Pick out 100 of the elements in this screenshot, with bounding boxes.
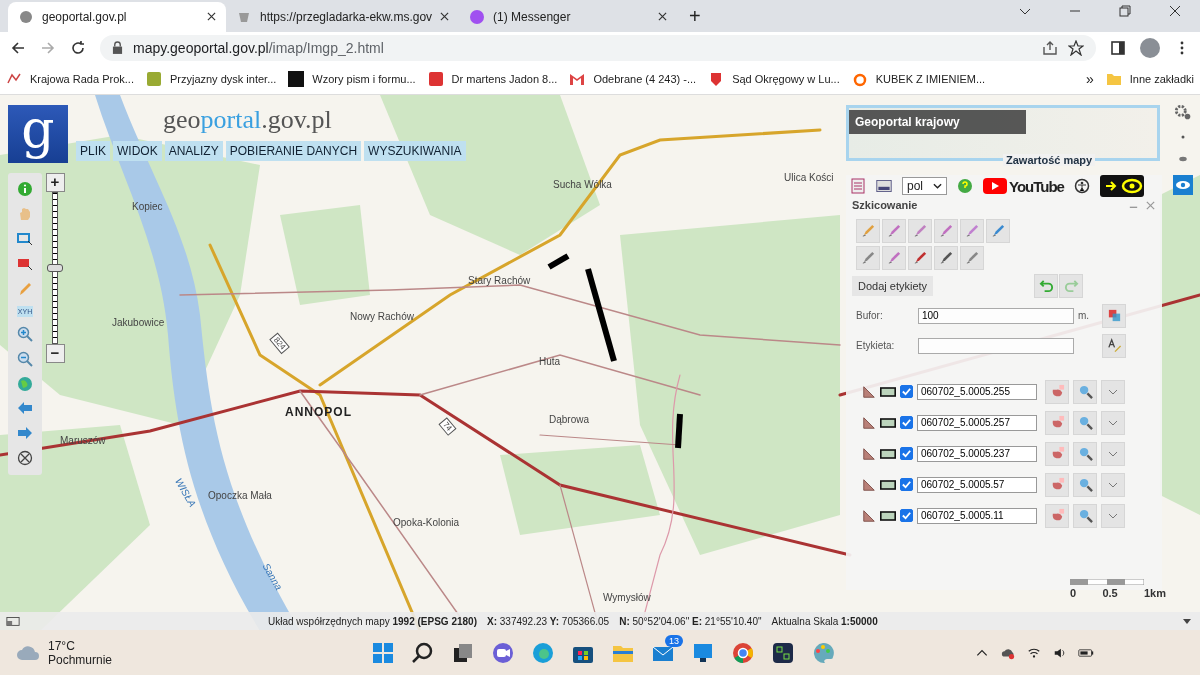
app-tile-icon[interactable] <box>771 640 795 665</box>
sketch-tool-button[interactable] <box>934 218 958 243</box>
fill-style-icon[interactable] <box>880 479 896 490</box>
eye-icon[interactable] <box>1173 174 1193 195</box>
fill-style-icon[interactable] <box>880 510 896 521</box>
paint-palette-icon[interactable] <box>811 640 835 665</box>
search-icon[interactable] <box>411 640 435 665</box>
feature-name-input[interactable]: 060702_5.0005.11 <box>917 507 1037 524</box>
undo-button[interactable] <box>1034 273 1058 298</box>
delete-feature-button[interactable] <box>1045 503 1069 528</box>
restore-icon[interactable] <box>1119 4 1131 17</box>
other-bookmarks-folder[interactable]: Inne zakładki <box>1105 70 1194 87</box>
avatar[interactable] <box>1140 37 1160 58</box>
sketch-tool-button[interactable] <box>908 245 932 270</box>
star-icon[interactable] <box>1068 39 1084 56</box>
delete-feature-button[interactable] <box>1045 441 1069 466</box>
visibility-checkbox[interactable] <box>900 385 913 399</box>
delete-feature-button[interactable] <box>1045 410 1069 435</box>
visibility-checkbox[interactable] <box>900 509 913 523</box>
fill-style-icon[interactable] <box>880 448 896 459</box>
window-icon[interactable] <box>6 615 20 628</box>
polygon-style-icon[interactable] <box>862 384 876 399</box>
delete-feature-button[interactable] <box>1045 379 1069 404</box>
sketch-tool-button[interactable] <box>856 245 880 270</box>
visibility-checkbox[interactable] <box>900 478 913 492</box>
share-icon[interactable] <box>1042 39 1058 56</box>
buffer-input[interactable]: 100 <box>918 307 1074 324</box>
forward-icon[interactable] <box>40 39 56 56</box>
bookmark[interactable]: Wzory pism i formu... <box>288 70 416 87</box>
fill-style-icon[interactable] <box>880 386 896 397</box>
close-icon[interactable] <box>1169 4 1181 17</box>
visibility-checkbox[interactable] <box>900 447 913 461</box>
polygon-style-icon[interactable] <box>862 446 876 461</box>
zoom-to-button[interactable] <box>1073 503 1097 528</box>
feature-name-input[interactable]: 060702_5.0005.237 <box>917 445 1037 462</box>
crosshair-icon[interactable] <box>17 450 33 467</box>
zoom-in-icon[interactable] <box>17 325 33 342</box>
feature-name-input[interactable]: 060702_5.0005.255 <box>917 383 1037 400</box>
sketch-tool-button[interactable] <box>986 218 1010 243</box>
language-select[interactable]: pol <box>902 177 947 196</box>
zoom-slider[interactable] <box>47 191 63 344</box>
sidebar-icon[interactable] <box>1110 39 1126 56</box>
menu-item[interactable]: PLIK <box>76 140 110 161</box>
geoportal-logo[interactable]: g <box>8 104 68 163</box>
bookmark[interactable]: Dr martens Jadon 8... <box>427 70 558 87</box>
chrome-icon[interactable] <box>731 640 755 665</box>
browser-tab[interactable]: https://przegladarka-ekw.ms.gov <box>226 1 460 32</box>
back-icon[interactable] <box>10 39 26 56</box>
browser-tab[interactable]: geoportal.gov.pl <box>8 1 226 32</box>
accessibility-icon[interactable] <box>1073 178 1090 195</box>
sketch-tool-button[interactable] <box>960 245 984 270</box>
zoom-to-button[interactable] <box>1073 441 1097 466</box>
close-icon[interactable] <box>440 12 450 22</box>
zoom-to-button[interactable] <box>1073 410 1097 435</box>
bookmark[interactable]: Krajowa Rada Prok... <box>6 70 134 87</box>
zoom-slider-thumb[interactable] <box>47 263 63 272</box>
buffer-button[interactable] <box>1102 303 1126 328</box>
menu-item[interactable]: WYSZUKIWANIA <box>364 140 466 161</box>
video-chat-icon[interactable] <box>491 640 515 665</box>
close-icon[interactable] <box>207 12 216 22</box>
edge-browser-icon[interactable] <box>531 640 555 665</box>
new-tab-button[interactable]: + <box>689 3 701 28</box>
globe-icon[interactable] <box>17 375 33 392</box>
zoom-to-button[interactable] <box>1073 472 1097 497</box>
browser-tab[interactable]: (1) Messenger <box>459 1 678 32</box>
fill-style-icon[interactable] <box>880 417 896 428</box>
delete-feature-button[interactable] <box>1045 472 1069 497</box>
sketch-tool-button[interactable] <box>934 245 958 270</box>
settings-icon[interactable] <box>1174 102 1192 121</box>
menu-item[interactable]: WIDOK <box>113 140 162 161</box>
feature-name-input[interactable]: 060702_5.0005.57 <box>917 476 1037 493</box>
bookmark[interactable]: Odebrane (4 243) -... <box>569 70 697 87</box>
close-icon[interactable] <box>658 12 668 22</box>
bookmark[interactable]: Przyjazny dysk inter... <box>145 70 277 87</box>
sketch-tool-button[interactable] <box>882 245 906 270</box>
label-input[interactable] <box>918 337 1074 354</box>
select-box-icon[interactable] <box>17 256 33 273</box>
measure-icon[interactable] <box>876 178 892 195</box>
address-bar[interactable]: mapy.geoportal.gov.pl/imap/Imgp_2.html <box>100 34 1096 61</box>
add-labels-button[interactable]: Dodaj etykiety <box>852 275 934 296</box>
windows-start-icon[interactable] <box>371 640 395 665</box>
reload-icon[interactable] <box>70 39 86 56</box>
polygon-style-icon[interactable] <box>862 508 876 523</box>
contrast-icon[interactable] <box>1099 175 1144 198</box>
visibility-checkbox[interactable] <box>900 416 913 430</box>
sketch-tool-button[interactable] <box>882 218 906 243</box>
polygon-style-icon[interactable] <box>862 477 876 492</box>
bookmark[interactable]: KUBEK Z IMIENIEM... <box>851 70 986 87</box>
info-icon[interactable] <box>17 181 33 198</box>
zoom-to-button[interactable] <box>1073 379 1097 404</box>
select-box-icon[interactable] <box>17 231 33 248</box>
bookmark[interactable]: Sąd Okręgowy w Lu... <box>708 70 840 87</box>
video-link[interactable]: YouTube <box>983 177 1064 195</box>
more-bookmarks-button[interactable]: » <box>1086 70 1094 87</box>
legend-icon[interactable] <box>850 178 866 195</box>
polygon-style-icon[interactable] <box>862 415 876 430</box>
zoom-out-icon[interactable] <box>17 350 33 367</box>
help-icon[interactable] <box>957 178 973 195</box>
text-style-button[interactable] <box>1102 333 1126 358</box>
arrow-right-icon[interactable] <box>17 425 33 442</box>
